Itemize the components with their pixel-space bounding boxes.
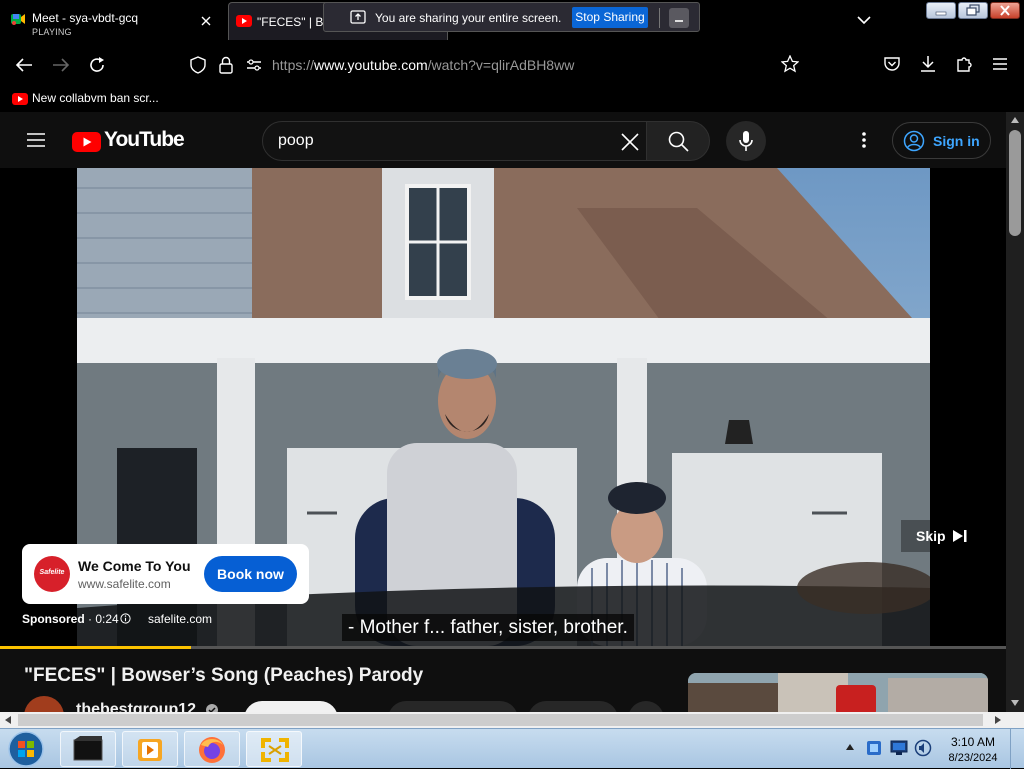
- scroll-left-arrow-icon[interactable]: [5, 716, 11, 724]
- info-icon[interactable]: [120, 613, 131, 624]
- tray-app-icon[interactable]: [865, 739, 883, 757]
- minimize-banner-button[interactable]: [669, 8, 689, 28]
- search-box[interactable]: poop: [262, 121, 647, 161]
- show-hidden-icons-arrow-icon[interactable]: [846, 744, 854, 750]
- back-arrow-icon[interactable]: [15, 57, 33, 73]
- vertical-scrollbar[interactable]: [1006, 112, 1024, 712]
- search-input[interactable]: poop: [278, 132, 314, 150]
- extensions-puzzle-icon[interactable]: [955, 55, 973, 73]
- settings-more-icon[interactable]: [861, 131, 867, 149]
- close-tab-icon[interactable]: [200, 15, 212, 27]
- downloads-icon[interactable]: [919, 55, 937, 73]
- windows-taskbar: 3:10 AM 8/23/2024: [0, 728, 1024, 769]
- youtube-wordmark: YouTube: [104, 128, 185, 151]
- volume-icon[interactable]: [914, 739, 932, 757]
- firefox-icon: [197, 735, 227, 765]
- bookmark-star-icon[interactable]: [781, 55, 799, 73]
- advertiser-logo: Safelite: [34, 556, 70, 592]
- vertical-scroll-thumb[interactable]: [1009, 130, 1021, 236]
- sponsored-label: Sponsored: [22, 612, 85, 626]
- taskbar-app-remote[interactable]: [246, 731, 302, 767]
- share-screen-icon: [350, 10, 366, 24]
- microphone-icon: [739, 130, 753, 152]
- ad-title: We Come To You: [78, 558, 191, 574]
- start-orb-icon[interactable]: [6, 730, 46, 768]
- show-desktop-button[interactable]: [1010, 729, 1024, 769]
- sign-in-button[interactable]: Sign in: [892, 122, 991, 159]
- scroll-up-arrow-icon[interactable]: [1011, 117, 1019, 123]
- window-restore-button[interactable]: [958, 2, 988, 19]
- voice-search-button[interactable]: [726, 121, 766, 161]
- share-banner-text: You are sharing your entire screen.: [375, 11, 562, 25]
- browser-navigation-bar: https://www.youtube.com/watch?v=qlirAdBH…: [0, 44, 1024, 86]
- tab-title: "FECES" | Bo: [257, 15, 330, 29]
- youtube-favicon-icon: [12, 93, 28, 105]
- skip-label: Skip: [916, 528, 946, 544]
- media-player-icon: [136, 737, 164, 763]
- bookmarks-toolbar: New collabvm ban scr...: [0, 86, 1024, 112]
- video-title: "FECES" | Bowser’s Song (Peaches) Parody: [24, 665, 424, 686]
- taskbar-app-terminal[interactable]: [60, 731, 116, 767]
- youtube-favicon-icon: [236, 15, 252, 27]
- horizontal-scrollbar[interactable]: [0, 712, 1024, 728]
- forward-arrow-icon[interactable]: [52, 57, 70, 73]
- meet-icon: [10, 11, 26, 27]
- pocket-icon[interactable]: [883, 56, 901, 72]
- search-icon: [668, 131, 689, 152]
- permissions-icon[interactable]: [246, 59, 262, 71]
- bookmark-item[interactable]: New collabvm ban scr...: [0, 86, 170, 112]
- book-now-button[interactable]: Book now: [204, 556, 297, 592]
- lock-icon[interactable]: [219, 56, 233, 74]
- clock-date[interactable]: 8/23/2024: [944, 752, 1002, 764]
- sign-in-label: Sign in: [933, 133, 980, 149]
- list-all-tabs-icon[interactable]: [857, 15, 871, 25]
- window-close-button[interactable]: [990, 2, 1020, 19]
- youtube-play-logo-icon: [72, 132, 101, 152]
- horizontal-scroll-thumb[interactable]: [18, 714, 983, 726]
- window-minimize-button[interactable]: [926, 2, 956, 19]
- tracking-protection-shield-icon[interactable]: [190, 56, 206, 74]
- url-bar[interactable]: https://www.youtube.com/watch?v=qlirAdBH…: [272, 57, 574, 73]
- terminal-app-icon: [72, 736, 104, 762]
- ad-card[interactable]: Safelite We Come To You www.safelite.com…: [22, 544, 309, 604]
- taskbar-app-firefox[interactable]: [184, 731, 240, 767]
- browser-tab-strip: Meet - sya-vbdt-gcq PLAYING "FECES" | Bo…: [0, 0, 1024, 44]
- clock-time[interactable]: 3:10 AM: [948, 735, 998, 749]
- advertiser-logo-text: Safelite: [39, 569, 65, 576]
- tab-meet[interactable]: Meet - sya-vbdt-gcq PLAYING: [0, 2, 224, 40]
- clear-search-icon[interactable]: [620, 132, 640, 152]
- url-domain: www.youtube.com: [314, 57, 428, 73]
- stop-sharing-button[interactable]: Stop Sharing: [572, 7, 648, 28]
- bookmark-label: New collabvm ban scr...: [32, 91, 159, 105]
- video-details: "FECES" | Bowser’s Song (Peaches) Parody…: [0, 649, 1006, 737]
- taskbar-app-media-player[interactable]: [122, 731, 178, 767]
- video-caption: - Mother f... father, sister, brother.: [342, 614, 634, 641]
- tab-title: Meet - sya-vbdt-gcq: [32, 11, 139, 25]
- banner-divider: [659, 8, 660, 28]
- youtube-header: YouTube poop Sign in: [0, 112, 1006, 168]
- ad-site: www.safelite.com: [78, 577, 171, 591]
- account-circle-icon: [903, 130, 925, 152]
- scroll-down-arrow-icon[interactable]: [1011, 700, 1019, 706]
- skip-next-icon: [953, 530, 967, 542]
- remote-desktop-icon: [259, 736, 291, 764]
- menu-hamburger-icon[interactable]: [992, 57, 1008, 71]
- skip-ad-button[interactable]: Skip: [901, 520, 981, 552]
- tab-playing-label: PLAYING: [32, 27, 72, 37]
- ad-domain-link[interactable]: safelite.com: [148, 612, 212, 626]
- guide-menu-icon[interactable]: [26, 132, 46, 148]
- url-prefix: https://: [272, 57, 315, 73]
- reload-icon[interactable]: [88, 56, 106, 74]
- sponsored-row: Sponsored · 0:24: [22, 612, 131, 626]
- scroll-right-arrow-icon[interactable]: [995, 716, 1001, 724]
- screen-share-banner: You are sharing your entire screen. Stop…: [323, 2, 700, 32]
- network-icon[interactable]: [890, 740, 908, 756]
- url-path: /watch?v=qlirAdBH8ww: [427, 57, 575, 73]
- ad-time: · 0:24: [88, 612, 119, 626]
- search-button[interactable]: [646, 121, 710, 161]
